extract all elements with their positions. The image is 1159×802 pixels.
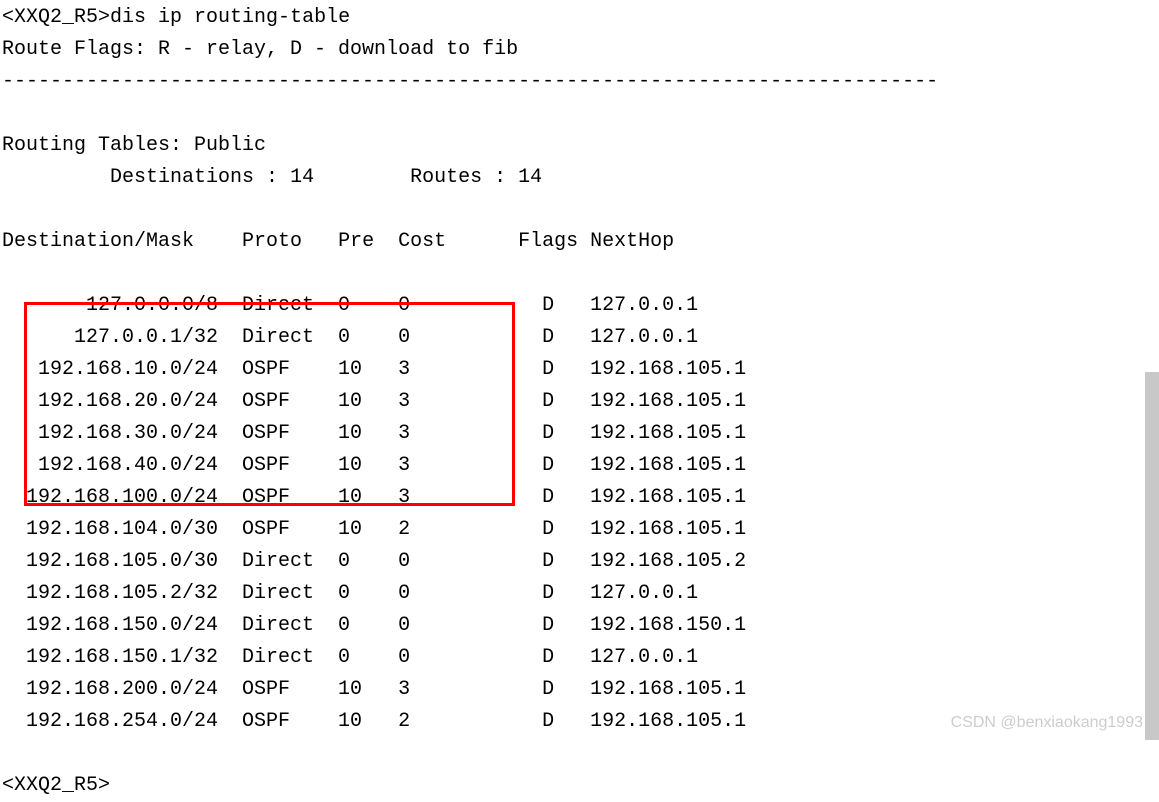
dest-label: Destinations : [110, 166, 278, 189]
separator-line: ----------------------------------------… [2, 70, 938, 93]
header-cost: Cost [398, 230, 446, 253]
flags-line: Route Flags: R - relay, D - download to … [2, 38, 518, 61]
command-text: dis ip routing-table [110, 6, 350, 29]
routes-count: 14 [518, 166, 542, 189]
terminal-output[interactable]: <XXQ2_R5>dis ip routing-table Route Flag… [0, 0, 1159, 802]
routing-rows: 127.0.0.0/8 Direct 0 0 D 127.0.0.1 127.0… [2, 294, 746, 733]
header-pre: Pre [338, 230, 374, 253]
header-flags: Flags [518, 230, 578, 253]
routes-label: Routes : [410, 166, 506, 189]
watermark: CSDN @benxiaokang1993 [951, 714, 1143, 732]
bottom-prompt: <XXQ2_R5> [2, 774, 110, 797]
header-dest: Destination/Mask [2, 230, 194, 253]
header-nexthop: NextHop [590, 230, 674, 253]
header-proto: Proto [242, 230, 302, 253]
vertical-scrollbar[interactable] [1145, 372, 1159, 740]
tables-line: Routing Tables: Public [2, 134, 266, 157]
dest-count: 14 [290, 166, 314, 189]
prompt: <XXQ2_R5> [2, 6, 110, 29]
